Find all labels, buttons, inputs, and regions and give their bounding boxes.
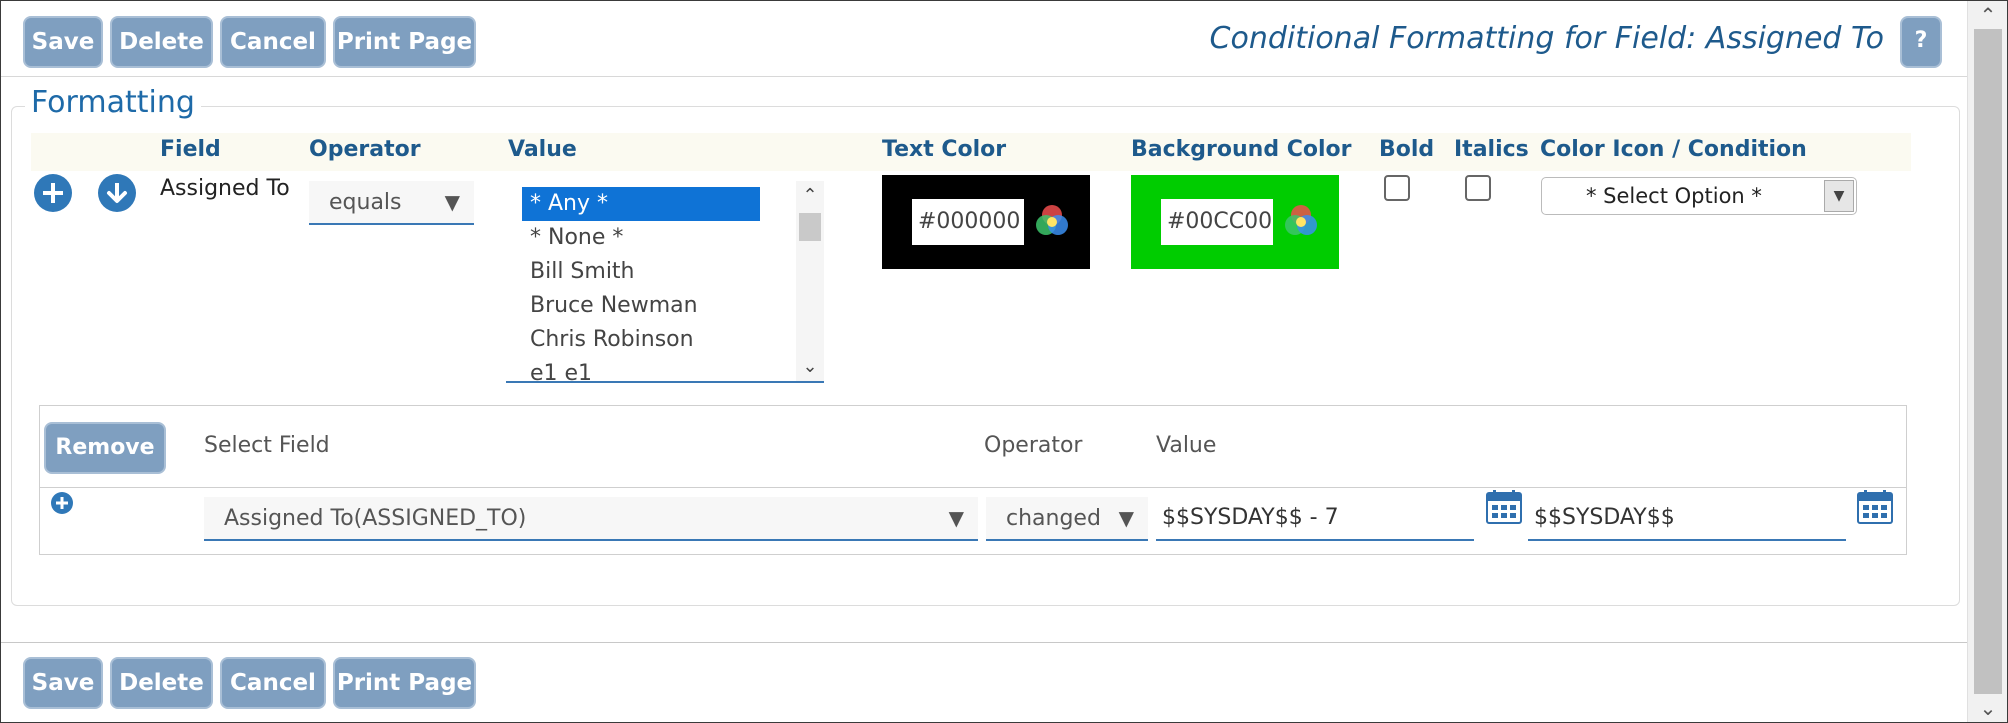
color-wheel-icon[interactable] (1281, 201, 1321, 241)
color-wheel-icon[interactable] (1032, 201, 1072, 241)
remove-button[interactable]: Remove (44, 422, 166, 474)
value-to-text: $$SYSDAY$$ (1534, 505, 1675, 530)
column-header-background-color: Background Color (1131, 137, 1352, 162)
column-header-bold: Bold (1379, 137, 1435, 162)
list-item[interactable]: * None * (522, 221, 760, 255)
chevron-down-icon[interactable]: ▼ (1824, 180, 1854, 212)
save-button[interactable]: Save (23, 657, 103, 709)
value-listbox[interactable]: * Any * * None * Bill Smith Bruce Newman… (506, 181, 824, 383)
italics-checkbox[interactable] (1465, 175, 1491, 201)
condition-header-value: Value (1156, 433, 1217, 458)
select-field-dropdown[interactable]: Assigned To(ASSIGNED_TO) ▼ (204, 497, 978, 541)
listbox-scroll-thumb[interactable] (799, 213, 821, 241)
select-field-value: Assigned To(ASSIGNED_TO) (224, 506, 527, 531)
bottom-divider (1, 642, 1967, 643)
help-button[interactable]: ? (1900, 16, 1942, 68)
color-icon-value: * Select Option * (1586, 184, 1762, 208)
condition-header-select-field: Select Field (204, 433, 330, 458)
background-color-input[interactable]: #00CC00 (1161, 199, 1273, 245)
page-title: Conditional Formatting for Field: Assign… (1209, 21, 1884, 56)
list-item[interactable]: Bill Smith (522, 255, 760, 289)
condition-divider (40, 487, 1906, 488)
chevron-down-icon[interactable]: ⌄ (796, 356, 824, 377)
value-from-input[interactable]: $$SYSDAY$$ - 7 (1156, 497, 1474, 541)
value-to-input[interactable]: $$SYSDAY$$ (1528, 497, 1846, 541)
calendar-icon[interactable] (1486, 490, 1522, 524)
column-header-value: Value (508, 137, 577, 162)
column-header-italics: Italics (1454, 137, 1529, 162)
cancel-button[interactable]: Cancel (220, 16, 326, 68)
value-from-text: $$SYSDAY$$ - 7 (1162, 505, 1339, 530)
list-item[interactable]: Bruce Newman (522, 289, 760, 323)
condition-operator-select[interactable]: changed ▼ (986, 497, 1148, 541)
top-divider (1, 76, 1967, 77)
delete-button[interactable]: Delete (110, 657, 213, 709)
page-scroll-thumb[interactable] (1974, 29, 2002, 694)
delete-button[interactable]: Delete (110, 16, 213, 68)
listbox-scrollbar[interactable]: ⌃ ⌄ (796, 181, 824, 381)
page-scrollbar[interactable]: ⌃ ⌄ (1967, 1, 2007, 722)
add-condition-icon[interactable] (51, 492, 73, 514)
chevron-up-icon[interactable]: ⌃ (796, 185, 824, 206)
list-item[interactable]: e1 e1 (522, 357, 760, 381)
text-color-input[interactable]: #000000 (912, 199, 1024, 245)
text-color-swatch: #000000 (882, 175, 1090, 269)
save-button[interactable]: Save (23, 16, 103, 68)
color-icon-select[interactable]: * Select Option * ▼ (1541, 177, 1857, 215)
operator-select[interactable]: equals ▼ (309, 181, 474, 225)
column-header-operator: Operator (309, 137, 421, 162)
field-name: Assigned To (160, 176, 290, 201)
column-header-text-color: Text Color (882, 137, 1007, 162)
list-item[interactable]: * Any * (522, 187, 760, 221)
chevron-down-icon: ▼ (1118, 506, 1134, 530)
operator-value: equals (329, 190, 402, 215)
chevron-down-icon[interactable]: ⌄ (1968, 694, 2008, 722)
list-item[interactable]: Chris Robinson (522, 323, 760, 357)
add-circle-icon[interactable] (34, 174, 72, 212)
condition-operator-value: changed (1006, 506, 1101, 531)
column-header-color-icon: Color Icon / Condition (1540, 137, 1807, 162)
bold-checkbox[interactable] (1384, 175, 1410, 201)
cancel-button[interactable]: Cancel (220, 657, 326, 709)
column-header-field: Field (160, 137, 221, 162)
print-page-button[interactable]: Print Page (333, 657, 476, 709)
move-down-icon[interactable] (98, 174, 136, 212)
condition-header-operator: Operator (984, 433, 1083, 458)
conditional-formatting-window: Save Delete Cancel Print Page Conditiona… (0, 0, 2008, 723)
chevron-down-icon: ▼ (948, 506, 964, 530)
chevron-up-icon[interactable]: ⌃ (1968, 1, 2008, 29)
chevron-down-icon: ▼ (444, 190, 460, 214)
background-color-swatch: #00CC00 (1131, 175, 1339, 269)
print-page-button[interactable]: Print Page (333, 16, 476, 68)
calendar-icon[interactable] (1857, 490, 1893, 524)
formatting-legend: Formatting (25, 85, 201, 120)
